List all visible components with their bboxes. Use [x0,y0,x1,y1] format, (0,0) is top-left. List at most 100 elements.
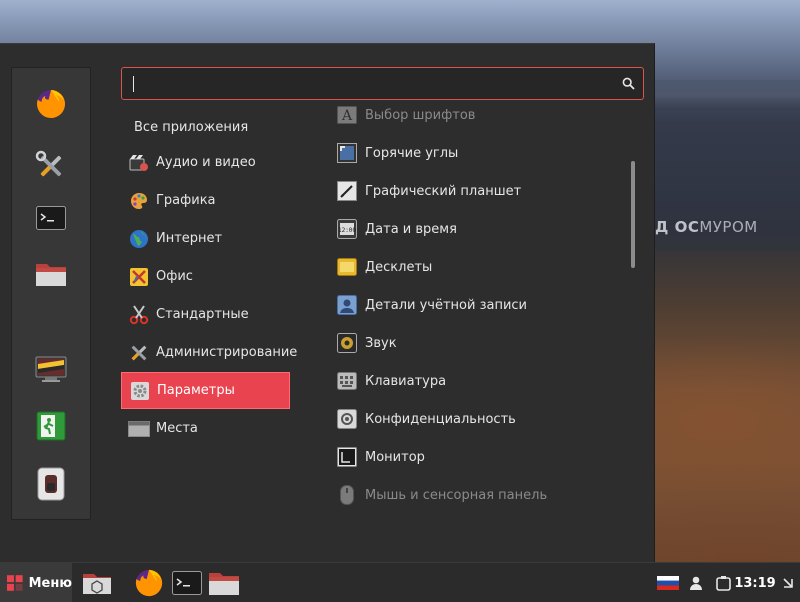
scissors-icon [128,304,150,326]
application-menu: Все приложения Аудио и видео Графика Инт… [0,43,655,562]
wallpaper-field [655,250,800,562]
bottom-panel: Меню 13:19 [0,562,800,602]
app-label: Графический планшет [365,183,522,199]
category-accessories[interactable]: Стандартные [121,296,290,333]
firefox-icon [37,89,66,118]
app-label: Горячие углы [365,145,459,161]
apps-scrollbar[interactable] [631,161,635,268]
all-applications-category[interactable]: Все приложения [134,120,248,135]
app-label: Звук [365,335,397,351]
hot-corners-icon [337,143,357,163]
app-hot-corners[interactable]: Горячие углы [337,136,617,170]
graphics-icon [128,190,150,212]
app-mouse-touchpad[interactable]: Мышь и сенсорная панель [337,478,617,512]
app-monitor[interactable]: Монитор [337,440,617,474]
app-label: Дата и время [365,221,457,237]
notifications-applet[interactable] [712,563,734,602]
user-applet-icon [690,576,702,590]
favorite-shutdown[interactable] [31,464,71,504]
favorite-files[interactable] [31,254,71,294]
lock-screen-icon [35,356,67,382]
watermark-lead: Д ОС [655,218,700,236]
svg-text:A: A [341,108,353,124]
mouse-icon [337,485,357,505]
favorites-sidebar [11,67,91,520]
category-settings[interactable]: Параметры [121,372,290,409]
category-label: Интернет [156,231,223,246]
monitor-icon [337,447,357,467]
favorite-lock-screen[interactable] [31,350,71,390]
search-icon [622,77,635,90]
app-font-selection[interactable]: A Выбор шрифтов [337,98,617,132]
svg-text:12:00: 12:00 [338,227,356,234]
watermark-tail: МУРОМ [699,218,758,236]
search-box[interactable] [121,67,644,100]
favorite-logout[interactable] [31,406,71,446]
app-label: Монитор [365,449,425,465]
window-list-applet[interactable] [778,563,798,602]
privacy-icon [337,409,357,429]
category-label: Офис [156,269,193,284]
firefox-icon [135,569,163,597]
app-label: Детали учётной записи [365,297,527,313]
panel-files[interactable] [207,567,241,599]
category-internet[interactable]: Интернет [121,220,290,257]
font-icon: A [337,105,357,125]
category-places[interactable]: Места [121,410,290,447]
category-graphics[interactable]: Графика [121,182,290,219]
category-label: Параметры [157,383,235,398]
app-label: Выбор шрифтов [365,107,476,123]
speaker-icon [337,333,357,353]
show-desktop-icon [83,574,111,594]
globe-icon [128,228,150,250]
panel-firefox[interactable] [132,567,166,599]
keyboard-layout-applet[interactable] [655,563,681,602]
category-label: Аудио и видео [156,155,256,170]
category-office[interactable]: Офис [121,258,290,295]
panel-terminal[interactable] [170,567,204,599]
category-audio-video[interactable]: Аудио и видео [121,144,290,181]
favorite-firefox[interactable] [31,84,71,124]
favorite-system-tools[interactable] [31,146,71,186]
menu-logo-icon [7,575,23,591]
app-desklets[interactable]: Десклеты [337,250,617,284]
user-icon [337,295,357,315]
app-label: Конфиденциальность [365,411,516,427]
category-administration[interactable]: Администрирование [121,334,297,371]
power-switch-icon [37,467,65,501]
app-privacy[interactable]: Конфиденциальность [337,402,617,436]
favorite-terminal[interactable] [31,198,71,238]
panel-show-desktop[interactable] [79,567,115,599]
multimedia-icon [128,152,150,174]
menu-button[interactable]: Меню [0,563,72,602]
app-date-time[interactable]: 12:00 Дата и время [337,212,617,246]
panel-clock[interactable]: 13:19 [734,563,776,602]
tools-icon [35,150,62,177]
window-list-icon [783,578,793,588]
app-label: Десклеты [365,259,433,275]
app-label: Клавиатура [365,373,447,389]
clock-text: 13:19 [734,575,776,591]
wallpaper-horizon [655,80,800,110]
places-icon [128,418,150,440]
text-cursor [133,76,134,92]
app-sound[interactable]: Звук [337,326,617,360]
user-applet[interactable] [687,563,705,602]
keyboard-icon [337,371,357,391]
search-input[interactable] [130,73,610,95]
app-account-details[interactable]: Детали учётной записи [337,288,617,322]
category-label: Администрирование [156,345,298,360]
russian-flag-icon [657,576,679,590]
clock-icon: 12:00 [337,219,357,239]
office-icon [128,266,150,288]
folder-icon [36,264,66,286]
settings-icon [129,380,151,402]
tablet-icon [337,181,357,201]
app-graphics-tablet[interactable]: Графический планшет [337,174,617,208]
admin-tools-icon [128,342,150,364]
folder-icon [209,573,239,595]
category-label: Графика [156,193,216,208]
os-watermark: Д ОСМУРОМ [655,218,758,236]
app-label: Мышь и сенсорная панель [365,487,548,503]
app-keyboard[interactable]: Клавиатура [337,364,617,398]
